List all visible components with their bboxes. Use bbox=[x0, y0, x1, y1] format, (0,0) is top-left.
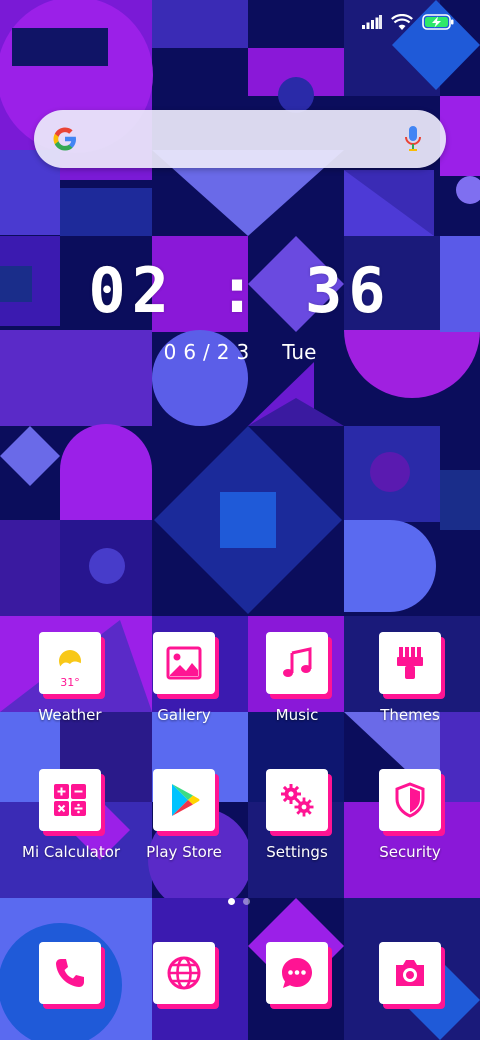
app-label: Mi Calculator bbox=[22, 843, 121, 861]
status-bar bbox=[362, 10, 454, 34]
calculator-icon bbox=[54, 784, 86, 816]
app-label: Themes bbox=[380, 706, 440, 724]
clock-time[interactable]: 02 : 36 bbox=[0, 254, 480, 327]
play-store-tile[interactable] bbox=[153, 769, 215, 831]
dock-messaging[interactable] bbox=[249, 942, 345, 1004]
themes-tile[interactable] bbox=[379, 632, 441, 694]
app-play-store[interactable]: Play Store bbox=[136, 769, 232, 861]
app-label: Settings bbox=[266, 843, 328, 861]
app-gallery[interactable]: Gallery bbox=[136, 632, 232, 724]
microphone-icon[interactable] bbox=[402, 124, 424, 154]
settings-icon bbox=[281, 784, 314, 817]
browser-tile[interactable] bbox=[153, 942, 215, 1004]
wifi-icon bbox=[391, 14, 413, 30]
messaging-tile[interactable] bbox=[266, 942, 328, 1004]
app-label: Security bbox=[379, 843, 441, 861]
app-label: Weather bbox=[38, 706, 102, 724]
music-icon bbox=[283, 647, 312, 677]
weather-temp: 31° bbox=[60, 676, 80, 689]
calculator-tile[interactable] bbox=[39, 769, 101, 831]
phone-icon bbox=[56, 959, 84, 987]
app-mi-calculator[interactable]: Mi Calculator bbox=[22, 769, 121, 861]
google-search-bar[interactable] bbox=[34, 110, 446, 168]
battery-charging-icon bbox=[422, 14, 454, 30]
day-text: Tue bbox=[282, 340, 317, 364]
app-music[interactable]: Music bbox=[249, 632, 345, 724]
google-g-icon bbox=[53, 127, 76, 151]
page-indicator bbox=[228, 898, 250, 905]
dock-browser[interactable] bbox=[136, 942, 232, 1004]
dock-phone[interactable] bbox=[22, 942, 118, 1004]
app-weather[interactable]: 31° Weather bbox=[22, 632, 118, 724]
app-label: Play Store bbox=[146, 843, 222, 861]
settings-tile[interactable] bbox=[266, 769, 328, 831]
page-dot bbox=[243, 898, 250, 905]
security-tile[interactable] bbox=[379, 769, 441, 831]
weather-tile[interactable]: 31° bbox=[39, 632, 101, 694]
themes-icon bbox=[397, 647, 423, 679]
app-security[interactable]: Security bbox=[362, 769, 458, 861]
gallery-icon bbox=[166, 646, 202, 680]
camera-tile[interactable] bbox=[379, 942, 441, 1004]
phone-tile[interactable] bbox=[39, 942, 101, 1004]
home-screen: 02 : 36 06/23 Tue 31° Weather Gallery Mu… bbox=[0, 0, 480, 1040]
camera-icon bbox=[396, 960, 424, 986]
app-label: Gallery bbox=[157, 706, 211, 724]
clock-date: 06/23 Tue bbox=[0, 340, 480, 364]
dock-camera[interactable] bbox=[362, 942, 458, 1004]
date-text: 06/23 bbox=[163, 340, 257, 364]
signal-icon bbox=[362, 15, 382, 29]
app-settings[interactable]: Settings bbox=[249, 769, 345, 861]
music-tile[interactable] bbox=[266, 632, 328, 694]
security-icon bbox=[395, 782, 425, 818]
page-dot-active bbox=[228, 898, 235, 905]
play-store-icon bbox=[172, 784, 200, 816]
browser-icon bbox=[167, 956, 201, 990]
messaging-icon bbox=[282, 958, 312, 988]
app-themes[interactable]: Themes bbox=[362, 632, 458, 724]
gallery-tile[interactable] bbox=[153, 632, 215, 694]
app-label: Music bbox=[275, 706, 319, 724]
